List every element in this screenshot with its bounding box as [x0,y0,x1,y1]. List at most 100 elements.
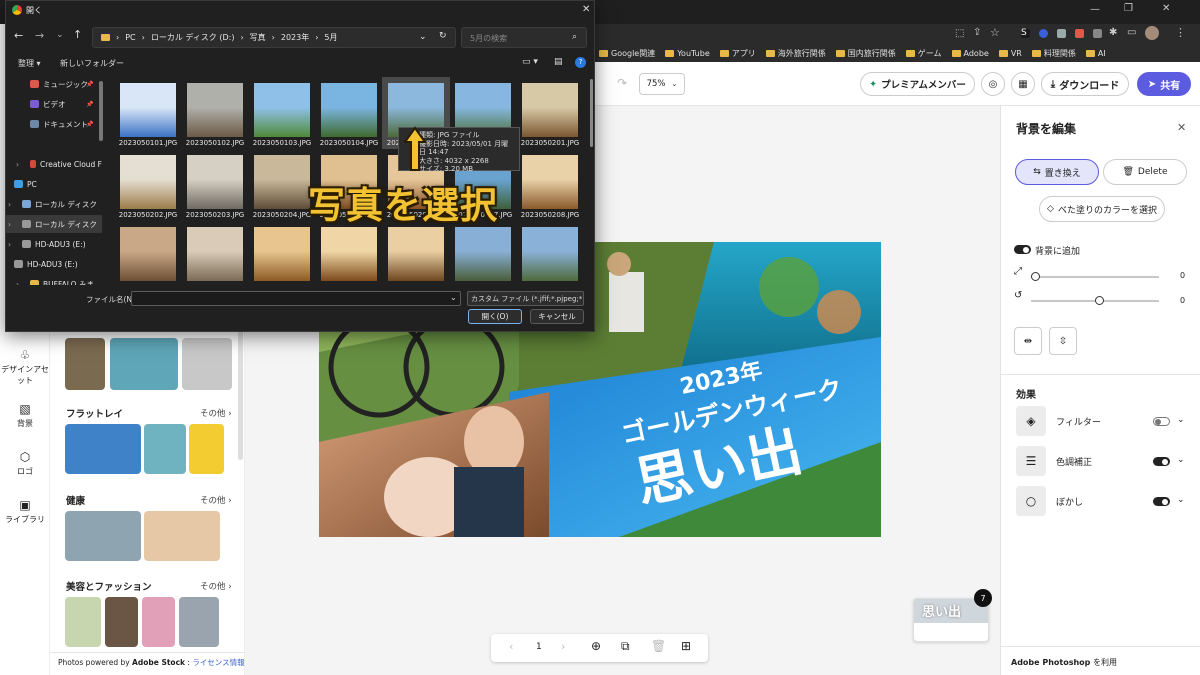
slider-1-track[interactable] [1031,276,1159,278]
bookmark-ai[interactable]: AI [1085,49,1106,58]
file-item[interactable]: 2023050202.JPG [114,149,182,221]
new-folder-button[interactable]: 新しいフォルダー [60,58,124,69]
chevron-down-icon[interactable]: ⌄ [1177,495,1185,505]
refresh-icon[interactable]: ↻ [439,31,447,41]
share-page-icon[interactable]: ⇪ [973,27,981,38]
tree-chevron-icon[interactable]: › [8,200,11,209]
tree-item[interactable]: ドキュメント 📌 [6,115,102,133]
up-arrow-icon[interactable]: ↑ [73,28,82,41]
add-background-toggle[interactable] [1014,245,1031,254]
blur-icon[interactable]: ○ [1016,486,1046,516]
chevron-down-icon[interactable]: ⌄ [419,32,427,42]
close-window-icon[interactable]: ✕ [1162,3,1170,14]
breadcrumb-item[interactable]: ローカル ディスク (D:) [151,32,235,43]
download-button[interactable]: ⤓ ダウンロード [1041,72,1129,96]
tree-item[interactable]: ミュージック 📌 [6,75,102,93]
recent-chevron-icon[interactable]: ⌄ [56,30,64,40]
bookmark-vr[interactable]: VR [998,49,1022,58]
extension-gear-icon[interactable] [1093,29,1102,38]
next-page-icon[interactable]: › [561,640,565,653]
chevron-down-icon[interactable]: ⌄ [1177,415,1185,425]
redo-icon[interactable]: ↷ [617,76,627,90]
share-button[interactable]: ➤ 共有 [1137,72,1191,96]
see-more-link[interactable]: その他 › [200,580,232,592]
delete-button[interactable]: 🗑 Delete [1103,159,1187,185]
asset-thumbnail[interactable] [189,424,224,474]
tree-item[interactable]: ⌄PC [6,175,102,193]
address-breadcrumb[interactable]: › PC › ローカル ディスク (D:) › 写真 › 2023年 › 5月 … [92,27,456,48]
bookmark-adobe[interactable]: Adobe [951,49,989,58]
tree-item[interactable]: › ローカル ディスク [6,215,102,233]
rail-logo[interactable]: ⬡ ロゴ [0,450,50,477]
tree-scrollbar[interactable] [99,81,103,141]
breadcrumb-item[interactable]: 5月 [324,32,337,43]
tree-chevron-icon[interactable]: › [16,160,19,169]
asset-thumbnail[interactable] [65,597,101,647]
bookmark-cooking[interactable]: 料理関係 [1031,48,1076,59]
grid-scrollbar[interactable] [590,79,593,147]
delete-page-icon[interactable]: 🗑 [651,639,666,653]
file-item[interactable] [382,221,450,285]
extension-s-icon[interactable]: S [1021,29,1030,38]
grid-view-icon[interactable]: ⊞ [681,639,691,653]
tree-item[interactable]: › Creative Cloud F [6,155,102,173]
tree-item[interactable]: › HD-ADU3 (E:) [6,235,102,253]
lightbulb-icon[interactable]: ◎ [981,72,1005,96]
file-item[interactable]: 2023050201.JPG [516,77,584,149]
bookmark-games[interactable]: ゲーム [905,48,942,59]
file-item[interactable] [315,221,383,285]
tree-item[interactable]: ⌄HD-ADU3 (E:) [6,255,102,273]
back-arrow-icon[interactable]: ← [14,29,23,42]
extension-rx-icon[interactable] [1075,29,1084,38]
slider-1-value[interactable]: 0 [1180,271,1185,280]
asset-thumbnail[interactable] [65,338,105,390]
breadcrumb-item[interactable]: 写真 [250,32,266,43]
file-item[interactable]: 2023050203.JPG [181,149,249,221]
extensions-puzzle-icon[interactable]: ✱ [1109,27,1117,38]
chevron-down-icon[interactable]: ⌄ [450,293,457,302]
file-item[interactable] [114,221,182,285]
file-item[interactable] [248,221,316,285]
scrollbar[interactable] [238,330,243,460]
minimize-icon[interactable]: — [1090,4,1100,15]
filter-toggle[interactable] [1153,417,1170,426]
breadcrumb-item[interactable]: PC [125,33,135,42]
replace-button[interactable]: ⇆ 置き換え [1015,159,1099,185]
organize-menu[interactable]: 整理 ▾ [18,58,41,69]
bookmark-domestic[interactable]: 国内旅行関係 [835,48,896,59]
asset-thumbnail[interactable] [65,424,141,474]
dialog-search-input[interactable]: 5月の検索 ⌕ [461,27,587,48]
calendar-icon[interactable]: ▦ [1011,72,1035,96]
flip-horizontal-icon[interactable]: ⇹ [1014,327,1042,355]
filename-input[interactable]: ⌄ [131,291,461,306]
asset-thumbnail[interactable] [65,511,141,561]
tree-chevron-icon[interactable]: › [8,220,11,229]
license-link[interactable]: ライセンス情報 [192,658,244,667]
adjustments-icon[interactable]: ☰ [1016,446,1046,476]
rail-design-assets[interactable]: ♧ デザインアセット [0,348,50,386]
slider-2-knob[interactable] [1095,296,1104,305]
close-panel-icon[interactable]: ✕ [1177,121,1186,134]
file-item[interactable]: 2023050208.JPG [516,149,584,221]
asset-thumbnail[interactable] [142,597,175,647]
forward-arrow-icon[interactable]: → [35,29,44,42]
bookmark-youtube[interactable]: YouTube [665,49,710,58]
rail-background[interactable]: ▧ 背景 [0,402,50,429]
help-icon[interactable]: ? [575,57,586,68]
page-count-badge[interactable]: 7 [974,589,992,607]
extension-r-icon[interactable] [1039,29,1048,38]
install-icon[interactable]: ⬚ [955,28,964,39]
chevron-down-icon[interactable]: ⌄ [1177,455,1185,465]
slider-1-knob[interactable] [1031,272,1040,281]
premium-member-button[interactable]: ✦ プレミアムメンバー [860,72,975,96]
open-button[interactable]: 開く(O) [468,309,522,324]
filetype-select[interactable]: カスタム ファイル (*.jfif;*.pjpeg;*.jp [467,291,584,306]
asset-thumbnail[interactable] [110,338,178,390]
bookmark-star-icon[interactable]: ☆ [990,26,1000,39]
file-item[interactable]: 2023050103.JPG [248,77,316,149]
filter-icon[interactable]: ◈ [1016,406,1046,436]
profile-avatar[interactable] [1145,26,1159,40]
slider-2-value[interactable]: 0 [1180,296,1185,305]
maximize-icon[interactable]: ❐ [1124,3,1133,14]
file-item[interactable]: 2023050104.JPG [315,77,383,149]
